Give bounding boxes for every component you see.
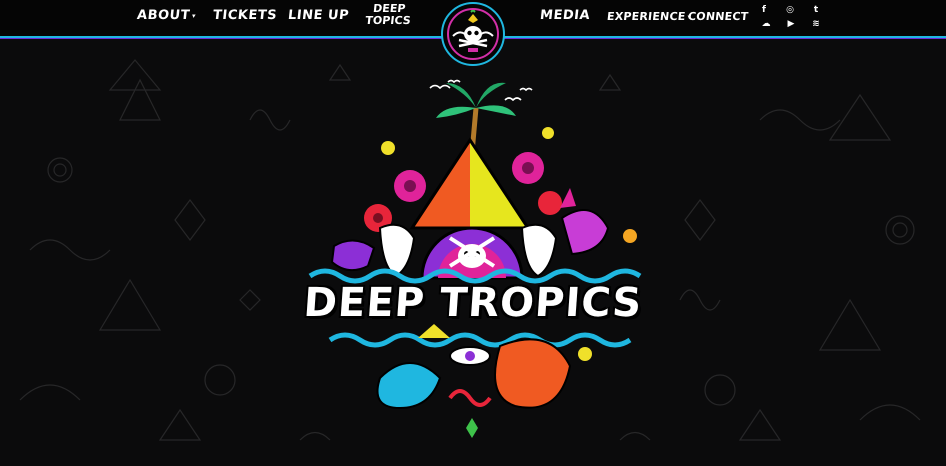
nav-about-label: ABOUT	[136, 8, 191, 23]
nav-tickets[interactable]: TICKETS	[212, 8, 278, 23]
nav-media[interactable]: MEDIA	[539, 8, 591, 23]
logo-badge-ring	[447, 8, 499, 60]
pyramid-illustration	[409, 137, 531, 230]
nav-deep-topics[interactable]: DEEP TOPICS	[364, 2, 413, 27]
deep-tropics-hero-artwork	[308, 79, 642, 438]
nav-experience-label: EXPERIENCE	[606, 10, 687, 23]
hero-title: DEEP TROPICS	[302, 280, 644, 326]
nav-connect[interactable]: CONNECT	[687, 10, 749, 23]
twitter-icon[interactable]: t	[810, 4, 822, 16]
youtube-icon[interactable]: ▶	[785, 18, 797, 30]
logo-badge[interactable]	[441, 2, 505, 66]
nav-lineup[interactable]: LINE UP	[287, 8, 350, 23]
nav-tickets-label: TICKETS	[212, 8, 278, 23]
palm-tree-illustration	[436, 82, 516, 154]
nav-deep-topics-line2: TOPICS	[364, 14, 412, 27]
facebook-icon[interactable]: f	[758, 4, 770, 16]
nav-experience[interactable]: EXPERIENCE▾	[606, 10, 692, 23]
skull-crossbones-icon	[452, 8, 494, 52]
chevron-down-icon: ▾	[191, 11, 197, 20]
nav-about[interactable]: ABOUT▾	[136, 8, 197, 23]
nav-connect-label: CONNECT	[687, 10, 750, 23]
nav-media-label: MEDIA	[539, 8, 591, 23]
soundcloud-icon[interactable]: ☁	[760, 18, 772, 30]
spotify-icon[interactable]: ≋	[810, 18, 822, 30]
nav-lineup-label: LINE UP	[287, 8, 350, 23]
instagram-icon[interactable]: ◎	[784, 4, 796, 16]
